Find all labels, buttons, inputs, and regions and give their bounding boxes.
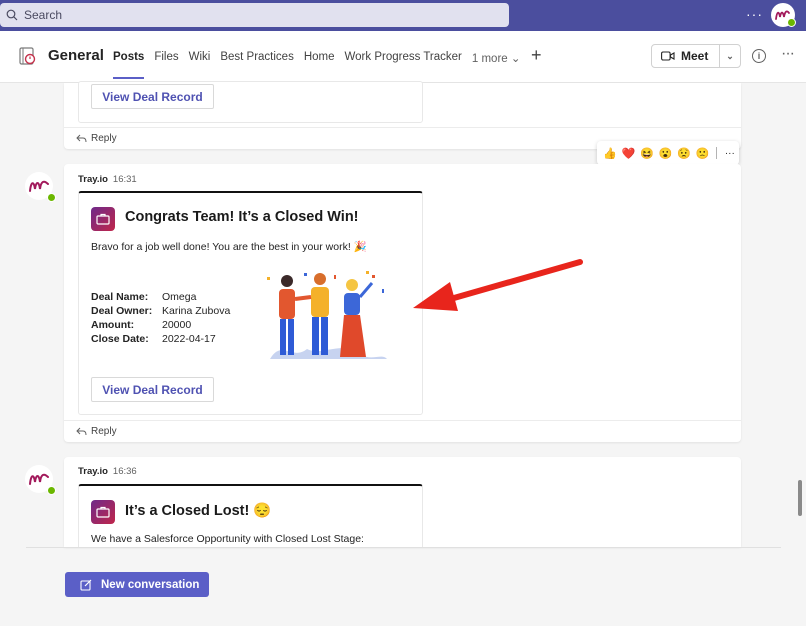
message-timestamp: 16:31: [112, 174, 137, 185]
card-body-text: We have a Salesforce Opportunity with Cl…: [91, 533, 364, 545]
tab-more[interactable]: 1 more ⌄: [472, 51, 521, 65]
reaction-bar: 👍 ❤️ 😆 😮 😟 🙁 ···: [597, 141, 739, 165]
fact-key: Deal Owner:: [91, 305, 153, 317]
chevron-down-icon[interactable]: ⌄: [720, 51, 740, 62]
tab-wiki[interactable]: Wiki: [189, 51, 211, 65]
channel-header: General Posts Files Wiki Best Practices …: [0, 31, 806, 83]
search-input[interactable]: Search: [0, 3, 509, 27]
tab-home[interactable]: Home: [304, 51, 335, 65]
user-avatar[interactable]: [771, 3, 796, 27]
heart-reaction-icon[interactable]: ❤️: [619, 147, 637, 160]
bot-avatar[interactable]: [25, 465, 56, 495]
reply-label: Reply: [91, 426, 117, 437]
tab-work-progress-tracker[interactable]: Work Progress Tracker: [345, 51, 462, 65]
new-conversation-label: New conversation: [101, 578, 200, 591]
fact-value: 2022-04-17: [162, 333, 216, 345]
view-deal-record-button[interactable]: View Deal Record: [91, 377, 214, 402]
fact-key: Close Date:: [91, 333, 149, 345]
briefcase-icon: [91, 500, 115, 524]
add-tab-icon[interactable]: +: [531, 45, 542, 66]
surprised-reaction-icon[interactable]: 😮: [656, 147, 674, 160]
view-deal-record-button[interactable]: View Deal Record: [91, 84, 214, 109]
adaptive-card: It’s a Closed Lost! 😔 We have a Salesfor…: [78, 484, 423, 547]
fact-value: 20000: [162, 319, 192, 331]
celebration-illustration: [267, 271, 387, 359]
meet-label: Meet: [681, 49, 709, 63]
compose-icon: [80, 579, 92, 591]
tab-posts[interactable]: Posts: [113, 51, 145, 79]
sender-name: Tray.io: [78, 174, 108, 185]
message-timestamp: 16:36: [112, 466, 137, 477]
reply-button[interactable]: Reply: [64, 420, 741, 442]
compose-divider: [26, 547, 781, 548]
search-placeholder: Search: [24, 8, 63, 22]
fact-row: Amount: 20000: [91, 318, 230, 332]
message-thread: Tray.io 16:36 It’s a Closed Lost! 😔 We ha…: [64, 457, 741, 547]
fact-key: Deal Name:: [91, 291, 149, 303]
meet-button[interactable]: Meet ⌄: [651, 44, 741, 68]
presence-available-icon: [47, 193, 56, 202]
channel-notebook-icon: [19, 47, 36, 65]
new-conversation-button[interactable]: New conversation: [65, 572, 209, 597]
settings-more-icon[interactable]: ···: [746, 6, 763, 22]
tab-files[interactable]: Files: [154, 51, 178, 65]
more-options-icon[interactable]: ···: [781, 45, 795, 63]
tab-best-practices[interactable]: Best Practices: [220, 51, 294, 65]
fact-row: Deal Owner: Karina Zubova: [91, 304, 230, 318]
search-icon: [6, 9, 18, 21]
tray-logo-icon: [29, 180, 49, 192]
info-icon[interactable]: i: [752, 49, 766, 63]
sad-reaction-icon[interactable]: 😟: [675, 147, 693, 160]
card-title: Congrats Team! It’s a Closed Win!: [125, 209, 359, 225]
card-body-text: Bravo for a job well done! You are the b…: [91, 241, 367, 253]
tray-logo-icon: [29, 473, 49, 485]
fact-row: Close Date: 2022-04-17: [91, 332, 230, 346]
reply-arrow-icon: [76, 427, 87, 436]
deal-facts: Deal Name: Omega Deal Owner: Karina Zubova…: [91, 290, 230, 346]
fact-value: Karina Zubova: [162, 305, 231, 317]
fact-row: Deal Name: Omega: [91, 290, 230, 304]
reply-label: Reply: [91, 133, 117, 144]
reaction-divider: [715, 147, 717, 159]
top-bar: Search ···: [0, 0, 806, 31]
message-thread: View Deal Record Reply: [64, 81, 741, 149]
fact-key: Amount:: [91, 319, 135, 331]
sender-name: Tray.io: [78, 466, 108, 477]
angry-reaction-icon[interactable]: 🙁: [693, 147, 711, 160]
presence-available-icon: [47, 486, 56, 495]
fact-value: Omega: [162, 291, 197, 303]
message-sender: Tray.io 16:36: [78, 466, 137, 477]
more-actions-icon[interactable]: ···: [721, 148, 739, 159]
channel-title: General: [48, 47, 104, 64]
like-reaction-icon[interactable]: 👍: [601, 147, 619, 160]
presence-available-icon: [787, 18, 796, 27]
message-thread: Tray.io 16:31 Congrats Team! It’s a Close…: [64, 164, 741, 442]
scrollbar-thumb[interactable]: [798, 480, 802, 516]
reply-arrow-icon: [76, 134, 87, 143]
card-title: It’s a Closed Lost! 😔: [125, 503, 272, 519]
adaptive-card: View Deal Record: [78, 81, 423, 123]
adaptive-card: Congrats Team! It’s a Closed Win! Bravo …: [78, 191, 423, 415]
laugh-reaction-icon[interactable]: 😆: [638, 147, 656, 160]
message-sender: Tray.io 16:31: [78, 174, 137, 185]
briefcase-icon: [91, 207, 115, 231]
bot-avatar[interactable]: [25, 172, 56, 202]
channel-tabs: Posts Files Wiki Best Practices Home Wor…: [113, 51, 531, 79]
video-camera-icon: [661, 51, 675, 61]
meet-now-button[interactable]: Meet: [652, 45, 720, 67]
